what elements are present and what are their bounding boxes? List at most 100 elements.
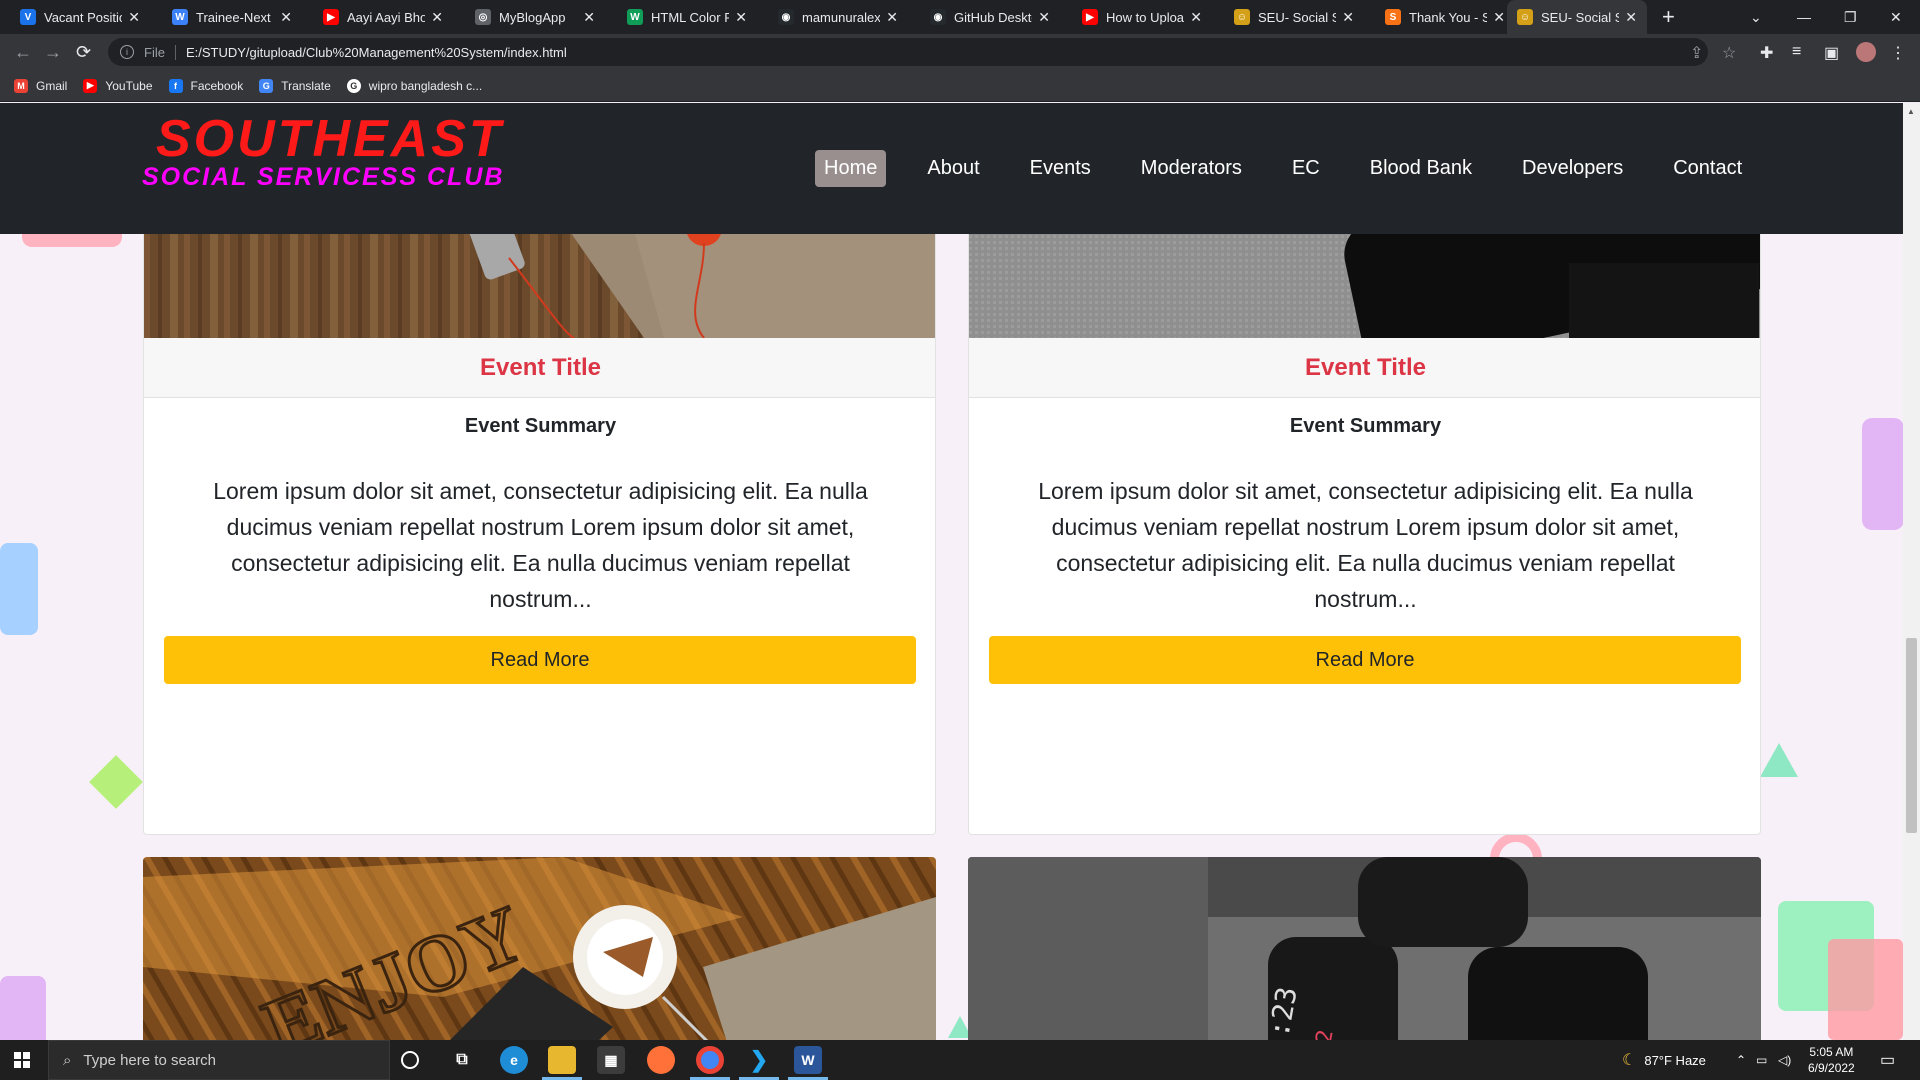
share-icon[interactable]: ⇪ <box>1690 43 1703 63</box>
page-scrollbar[interactable]: ▲ <box>1903 103 1920 1040</box>
page-viewport: Event Title Event Summary Lorem ipsum do… <box>0 103 1903 1040</box>
browser-tab[interactable]: ☺ SEU- Social Serv ✕ <box>1224 0 1364 34</box>
bookmarks-bar: M Gmail ▶ YouTube f Facebook G Translate Gwipro … <box>0 70 1920 102</box>
nav-developers[interactable]: Developers <box>1513 150 1632 187</box>
new-tab-button[interactable]: + <box>1662 4 1675 30</box>
tab-close-icon[interactable]: ✕ <box>1038 9 1050 26</box>
browser-tab[interactable]: ▶ Aayi Aayi Bhoot ✕ <box>313 0 453 34</box>
url-text[interactable]: E:/STUDY/gitupload/Club%20Management%20S… <box>186 45 567 60</box>
tab-close-icon[interactable]: ✕ <box>128 9 140 26</box>
tab-close-icon[interactable]: ✕ <box>1493 9 1505 26</box>
event-image-smartwatch: 1:23 182 33 02 <box>968 857 1761 1040</box>
read-more-button[interactable]: Read More <box>164 636 916 684</box>
forward-icon[interactable]: → <box>44 42 62 63</box>
tab-title: MyBlogApp <box>499 9 566 25</box>
taskbar-search-box[interactable]: ⌕ Type here to search <box>48 1040 390 1080</box>
tab-search-icon[interactable]: ⌄ <box>1750 0 1762 34</box>
tab-title: Aayi Aayi Bhoot <box>347 9 426 25</box>
tab-close-icon[interactable]: ✕ <box>886 9 898 26</box>
tab-favicon-icon: ◉ <box>930 9 946 25</box>
tab-close-icon[interactable]: ✕ <box>735 9 747 26</box>
scrollbar-thumb[interactable] <box>1906 638 1917 833</box>
nav-home[interactable]: Home <box>815 149 887 187</box>
bookmark-item[interactable]: f Facebook <box>168 78 243 93</box>
tab-title: HTML Color Pick <box>651 9 730 25</box>
firefox-icon[interactable] <box>647 1046 675 1074</box>
tab-close-icon[interactable]: ✕ <box>431 9 443 26</box>
tab-close-icon[interactable]: ✕ <box>1342 9 1354 26</box>
search-placeholder: Type here to search <box>83 1051 216 1069</box>
bookmark-item[interactable]: G Translate <box>259 78 331 93</box>
read-more-button[interactable]: Read More <box>989 636 1741 684</box>
clock-time: 5:05 AM <box>1809 1045 1854 1059</box>
tab-close-icon[interactable]: ✕ <box>1190 9 1202 26</box>
nav-ec[interactable]: EC <box>1283 150 1329 187</box>
nav-about[interactable]: About <box>918 150 988 187</box>
browser-tab[interactable]: ◉ mamunuralex16 ✕ <box>768 0 908 34</box>
bookmark-label: Translate <box>281 78 331 93</box>
star-icon[interactable]: ☆ <box>1722 43 1736 63</box>
site-info-icon[interactable]: i <box>120 45 134 59</box>
sidepanel-icon[interactable]: ▣ <box>1824 43 1839 63</box>
minimize-button[interactable]: — <box>1797 0 1811 34</box>
tab-close-icon[interactable]: ✕ <box>583 9 595 26</box>
close-window-button[interactable]: ✕ <box>1890 0 1902 34</box>
notifications-icon[interactable]: ▭ <box>1880 1040 1895 1080</box>
reload-icon[interactable]: ⟳ <box>76 42 91 63</box>
tab-close-icon[interactable]: ✕ <box>1625 9 1637 26</box>
bookmark-item[interactable]: ▶ YouTube <box>83 78 153 93</box>
browser-tab[interactable]: ◎ MyBlogApp ✕ <box>465 0 605 34</box>
tab-close-icon[interactable]: ✕ <box>280 9 292 26</box>
chrome-icon[interactable] <box>696 1046 724 1074</box>
extensions-icon[interactable]: ✚ <box>1760 43 1773 63</box>
browser-tab[interactable]: S Thank You - Sub ✕ <box>1375 0 1515 34</box>
bookmark-item[interactable]: M Gmail <box>14 78 67 93</box>
weather-widget[interactable]: ☾ 87°F Haze <box>1622 1040 1706 1080</box>
tray-chevron-icon[interactable]: ⌃ <box>1736 1040 1746 1080</box>
volume-icon[interactable]: ◁) <box>1778 1040 1791 1080</box>
browser-tab[interactable]: ▶ How to Upload ✕ <box>1072 0 1212 34</box>
bookmark-item[interactable]: Gwipro bangladesh c... <box>346 78 482 93</box>
address-bar[interactable]: i File E:/STUDY/gitupload/Club%20Managem… <box>108 38 1708 66</box>
logo-title[interactable]: SOUTHEAST <box>156 109 504 169</box>
network-icon[interactable]: ▭ <box>1756 1040 1767 1080</box>
tab-favicon-icon: ▶ <box>323 9 339 25</box>
nav-contact[interactable]: Contact <box>1664 150 1751 187</box>
tab-favicon-icon: ▶ <box>1082 9 1098 25</box>
windows-taskbar: ⌕ Type here to search ⧉ e ▦ ❯ W ☾ 87°F H… <box>0 1040 1920 1080</box>
profile-avatar[interactable] <box>1856 42 1876 62</box>
browser-tab[interactable]: W HTML Color Pick ✕ <box>617 0 757 34</box>
nav-events[interactable]: Events <box>1021 150 1100 187</box>
browser-tab[interactable]: ☺ SEU- Social Serv ✕ <box>1507 0 1647 34</box>
browser-tab[interactable]: V Vacant Positions ✕ <box>10 0 150 34</box>
browser-toolbar: ← → ⟳ i File E:/STUDY/gitupload/Club%20M… <box>0 34 1920 70</box>
event-title: Event Title <box>969 338 1760 398</box>
decor-shape <box>1828 939 1903 1040</box>
reading-list-icon[interactable]: ≡ <box>1792 43 1801 61</box>
tab-title: Vacant Positions <box>44 9 122 25</box>
browser-tab[interactable]: ◉ GitHub Desktop ✕ <box>920 0 1060 34</box>
tab-title: SEU- Social Serv <box>1541 9 1620 25</box>
store-icon[interactable]: ▦ <box>597 1046 625 1074</box>
word-icon[interactable]: W <box>794 1046 822 1074</box>
event-description: Lorem ipsum dolor sit amet, consectetur … <box>213 478 868 612</box>
site-header: SOUTHEAST SOCIAL SERVICESS CLUB Home Abo… <box>0 103 1903 234</box>
file-explorer-icon[interactable] <box>548 1046 576 1074</box>
tab-favicon-icon: ◉ <box>778 9 794 25</box>
windows-start-icon[interactable] <box>14 1052 30 1068</box>
nav-moderators[interactable]: Moderators <box>1132 150 1251 187</box>
edge-icon[interactable]: e <box>500 1046 528 1074</box>
bookmark-favicon-icon: ▶ <box>83 78 98 93</box>
nav-blood-bank[interactable]: Blood Bank <box>1361 150 1481 187</box>
task-view-icon[interactable]: ⧉ <box>448 1046 476 1074</box>
clock[interactable]: 5:05 AM 6/9/2022 <box>1808 1040 1855 1080</box>
vscode-icon[interactable]: ❯ <box>745 1046 773 1074</box>
restore-button[interactable]: ❐ <box>1844 0 1857 34</box>
logo-subtitle[interactable]: SOCIAL SERVICESS CLUB <box>142 163 504 192</box>
back-icon[interactable]: ← <box>14 42 32 63</box>
menu-icon[interactable]: ⋮ <box>1890 43 1906 63</box>
tab-title: GitHub Desktop <box>954 9 1032 25</box>
cortana-icon[interactable] <box>401 1051 419 1069</box>
scroll-up-icon[interactable]: ▲ <box>1907 107 1915 116</box>
browser-tab[interactable]: W Trainee-Next Bu ✕ <box>162 0 302 34</box>
